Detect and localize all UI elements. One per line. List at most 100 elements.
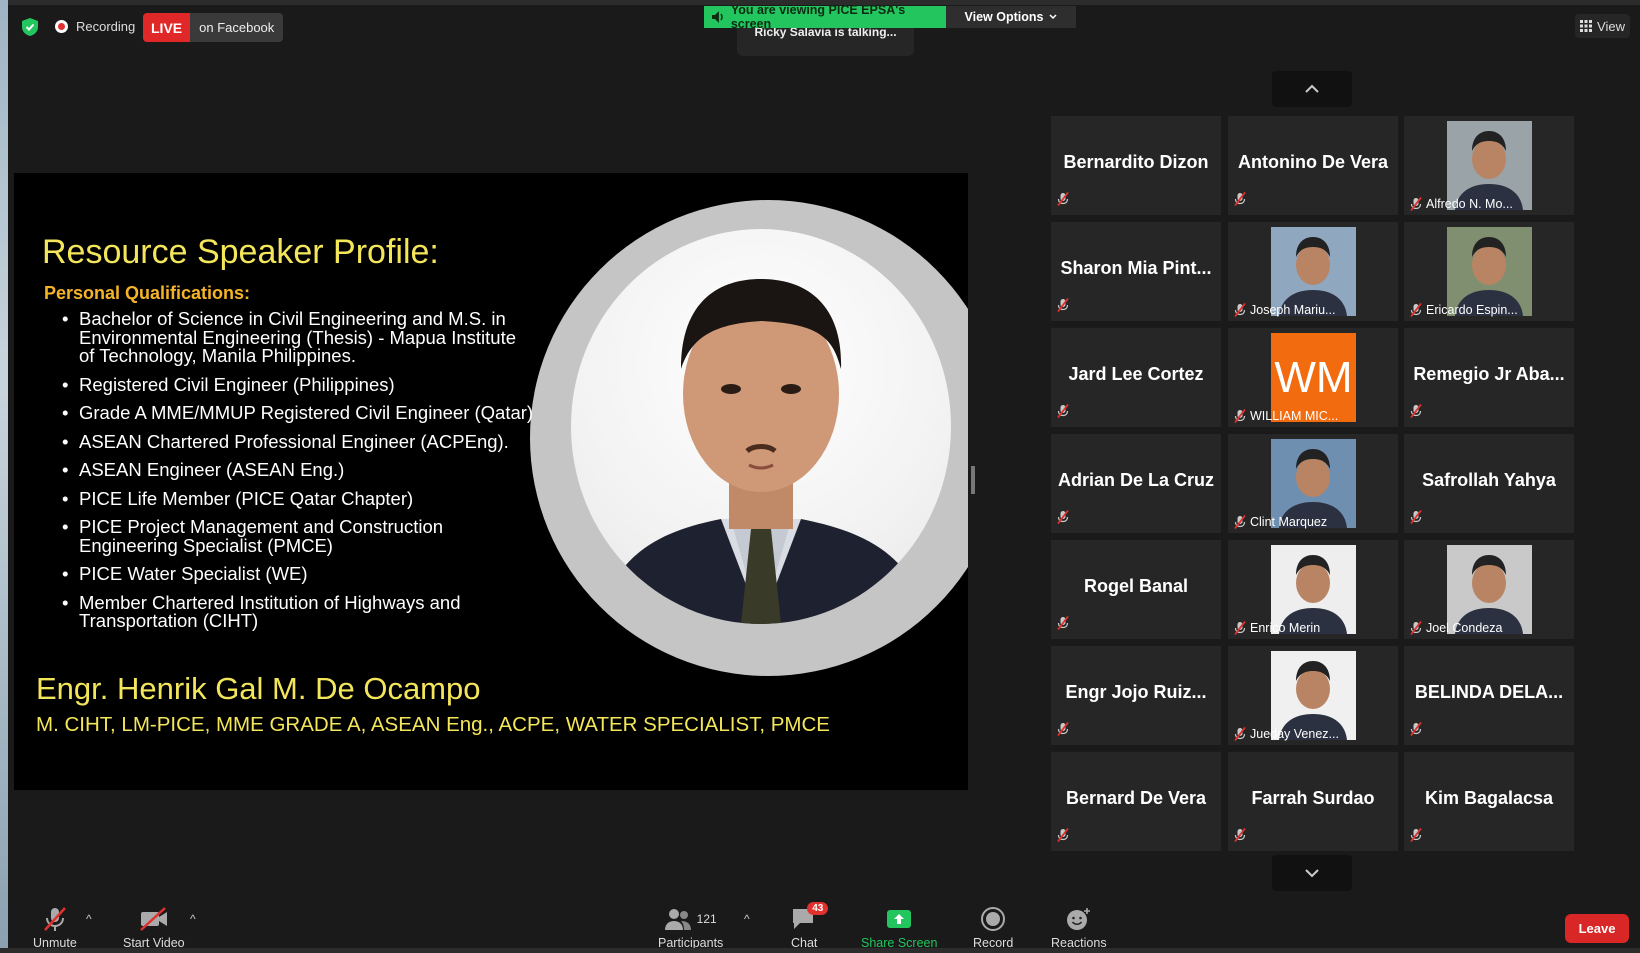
participant-tile[interactable]: Enrico Merin [1228,540,1398,639]
participant-label: WILLIAM MIC... [1234,409,1338,423]
participant-name: Bernard De Vera [1065,788,1207,808]
participant-label: Clint Marquez [1234,515,1327,529]
participant-name: Adrian De La Cruz [1057,470,1215,490]
shared-screen-slide: Resource Speaker Profile: Personal Quali… [14,173,968,790]
mute-status [1410,722,1422,741]
participant-tile[interactable]: BELINDA DELA... [1404,646,1574,745]
participant-tile[interactable]: Alfredo N. Mo... [1404,116,1574,215]
mute-status [1057,404,1069,423]
chevron-down-icon [1305,869,1319,878]
leave-meeting-button[interactable]: Leave [1565,914,1629,943]
participant-tile[interactable]: WM WILLIAM MIC... [1228,328,1398,427]
view-button-label: View [1597,18,1625,34]
participant-tile[interactable]: Antonino De Vera [1228,116,1398,215]
participant-tile[interactable]: Joel Condeza [1404,540,1574,639]
participant-tile[interactable]: Clint Marquez [1228,434,1398,533]
participant-label: Enrico Merin [1234,621,1320,635]
speaker-credentials: M. CIHT, LM-PICE, MME GRADE A, ASEAN Eng… [36,713,830,736]
muted-mic-icon [1234,303,1246,317]
live-stream-indicator[interactable]: LIVE on Facebook [143,13,284,42]
participants-button[interactable]: 121 Participants [658,906,723,950]
start-video-button[interactable]: Start Video [123,906,185,950]
mute-status [1234,192,1246,211]
mute-status [1410,510,1422,529]
chat-button[interactable]: 43 Chat [791,902,829,950]
slide-subtitle: Personal Qualifications: [44,283,251,303]
record-icon [981,907,1006,931]
participant-name: Joseph Mariu... [1250,303,1336,317]
muted-mic-icon [1410,404,1422,418]
mute-status [1057,510,1069,529]
live-badge: LIVE [143,13,191,42]
muted-mic-icon [1057,298,1069,312]
participant-tile[interactable]: Engr Jojo Ruiz... [1051,646,1221,745]
muted-mic-icon [1410,828,1422,842]
muted-mic-icon [1410,621,1422,635]
speaker-photo [571,229,951,624]
participant-name: Safrollah Yahya [1422,470,1556,490]
mute-status [1410,828,1422,847]
participants-options-caret[interactable]: ^ [744,912,750,926]
mute-status [1057,828,1069,847]
muted-mic-icon [1057,722,1069,736]
qualification-item: PICE Water Specialist (WE) [62,564,562,584]
view-options-button[interactable]: View Options [946,6,1076,28]
participant-tile[interactable]: Remegio Jr Aba... [1404,328,1574,427]
reactions-smiley-icon [1066,908,1090,930]
recording-label: Recording [76,19,136,34]
participant-name: Kim Bagalacsa [1424,788,1554,808]
participant-name: Sharon Mia Pint... [1060,258,1212,278]
participant-tile[interactable]: Jard Lee Cortez [1051,328,1221,427]
qualification-item: PICE Project Management and Construction… [62,517,562,555]
share-screen-button[interactable]: Share Screen [861,906,937,950]
video-options-caret[interactable]: ^ [190,912,196,926]
muted-mic-icon [1410,303,1422,317]
participant-name: Farrah Surdao [1251,788,1375,808]
participant-name: Joel Condeza [1426,621,1503,635]
unmute-button[interactable]: Unmute [33,906,77,950]
participant-tile[interactable]: Bernard De Vera [1051,752,1221,851]
speaker-name: Engr. Henrik Gal M. De Ocampo [36,671,481,706]
gallery-page-down-button[interactable] [1272,855,1352,891]
participant-tile[interactable]: Ericardo Espin... [1404,222,1574,321]
share-screen-icon [887,910,912,928]
participant-tile[interactable]: Farrah Surdao [1228,752,1398,851]
participant-tile[interactable]: Rogel Banal [1051,540,1221,639]
participant-label: Jueday Venez... [1234,727,1339,741]
muted-mic-icon [1234,192,1246,206]
qualification-item: Registered Civil Engineer (Philippines) [62,375,562,395]
gallery-page-up-button[interactable] [1272,71,1352,107]
muted-mic-icon [1057,192,1069,206]
participant-tile[interactable]: Bernardito Dizon [1051,116,1221,215]
recording-indicator[interactable]: Recording [55,19,135,34]
participant-tile[interactable]: Kim Bagalacsa [1404,752,1574,851]
record-button[interactable]: Record [973,906,1013,950]
muted-mic-icon [1057,828,1069,842]
participant-tile[interactable]: Jueday Venez... [1228,646,1398,745]
mute-status [1057,722,1069,741]
encryption-shield-icon[interactable] [22,18,38,36]
participant-label: Joseph Mariu... [1234,303,1335,317]
avatar-initials: WM [1274,352,1353,402]
muted-mic-icon [1410,722,1422,736]
muted-mic-icon [1057,510,1069,524]
live-platform-label: on Facebook [190,13,284,42]
muted-mic-icon [1057,616,1069,630]
participant-tile[interactable]: Adrian De La Cruz [1051,434,1221,533]
participant-tile[interactable]: Sharon Mia Pint... [1051,222,1221,321]
view-layout-button[interactable]: View [1575,14,1630,38]
participant-name: Bernardito Dizon [1063,152,1209,172]
audio-options-caret[interactable]: ^ [86,912,92,926]
participant-name: Ericardo Espin... [1426,303,1518,317]
participant-name: Enrico Merin [1250,621,1321,635]
muted-mic-icon [1057,404,1069,418]
viewing-screen-banner: You are viewing PICE EPSA's screen [704,3,946,31]
desktop-edge [0,0,8,953]
participant-tile[interactable]: Safrollah Yahya [1404,434,1574,533]
participant-label: Joel Condeza [1410,621,1502,635]
speaker-volume-icon [712,11,723,23]
reactions-button[interactable]: Reactions [1051,906,1107,950]
participant-tile[interactable]: Joseph Mariu... [1228,222,1398,321]
panel-resize-handle[interactable] [971,466,975,494]
participants-icon [664,909,691,930]
